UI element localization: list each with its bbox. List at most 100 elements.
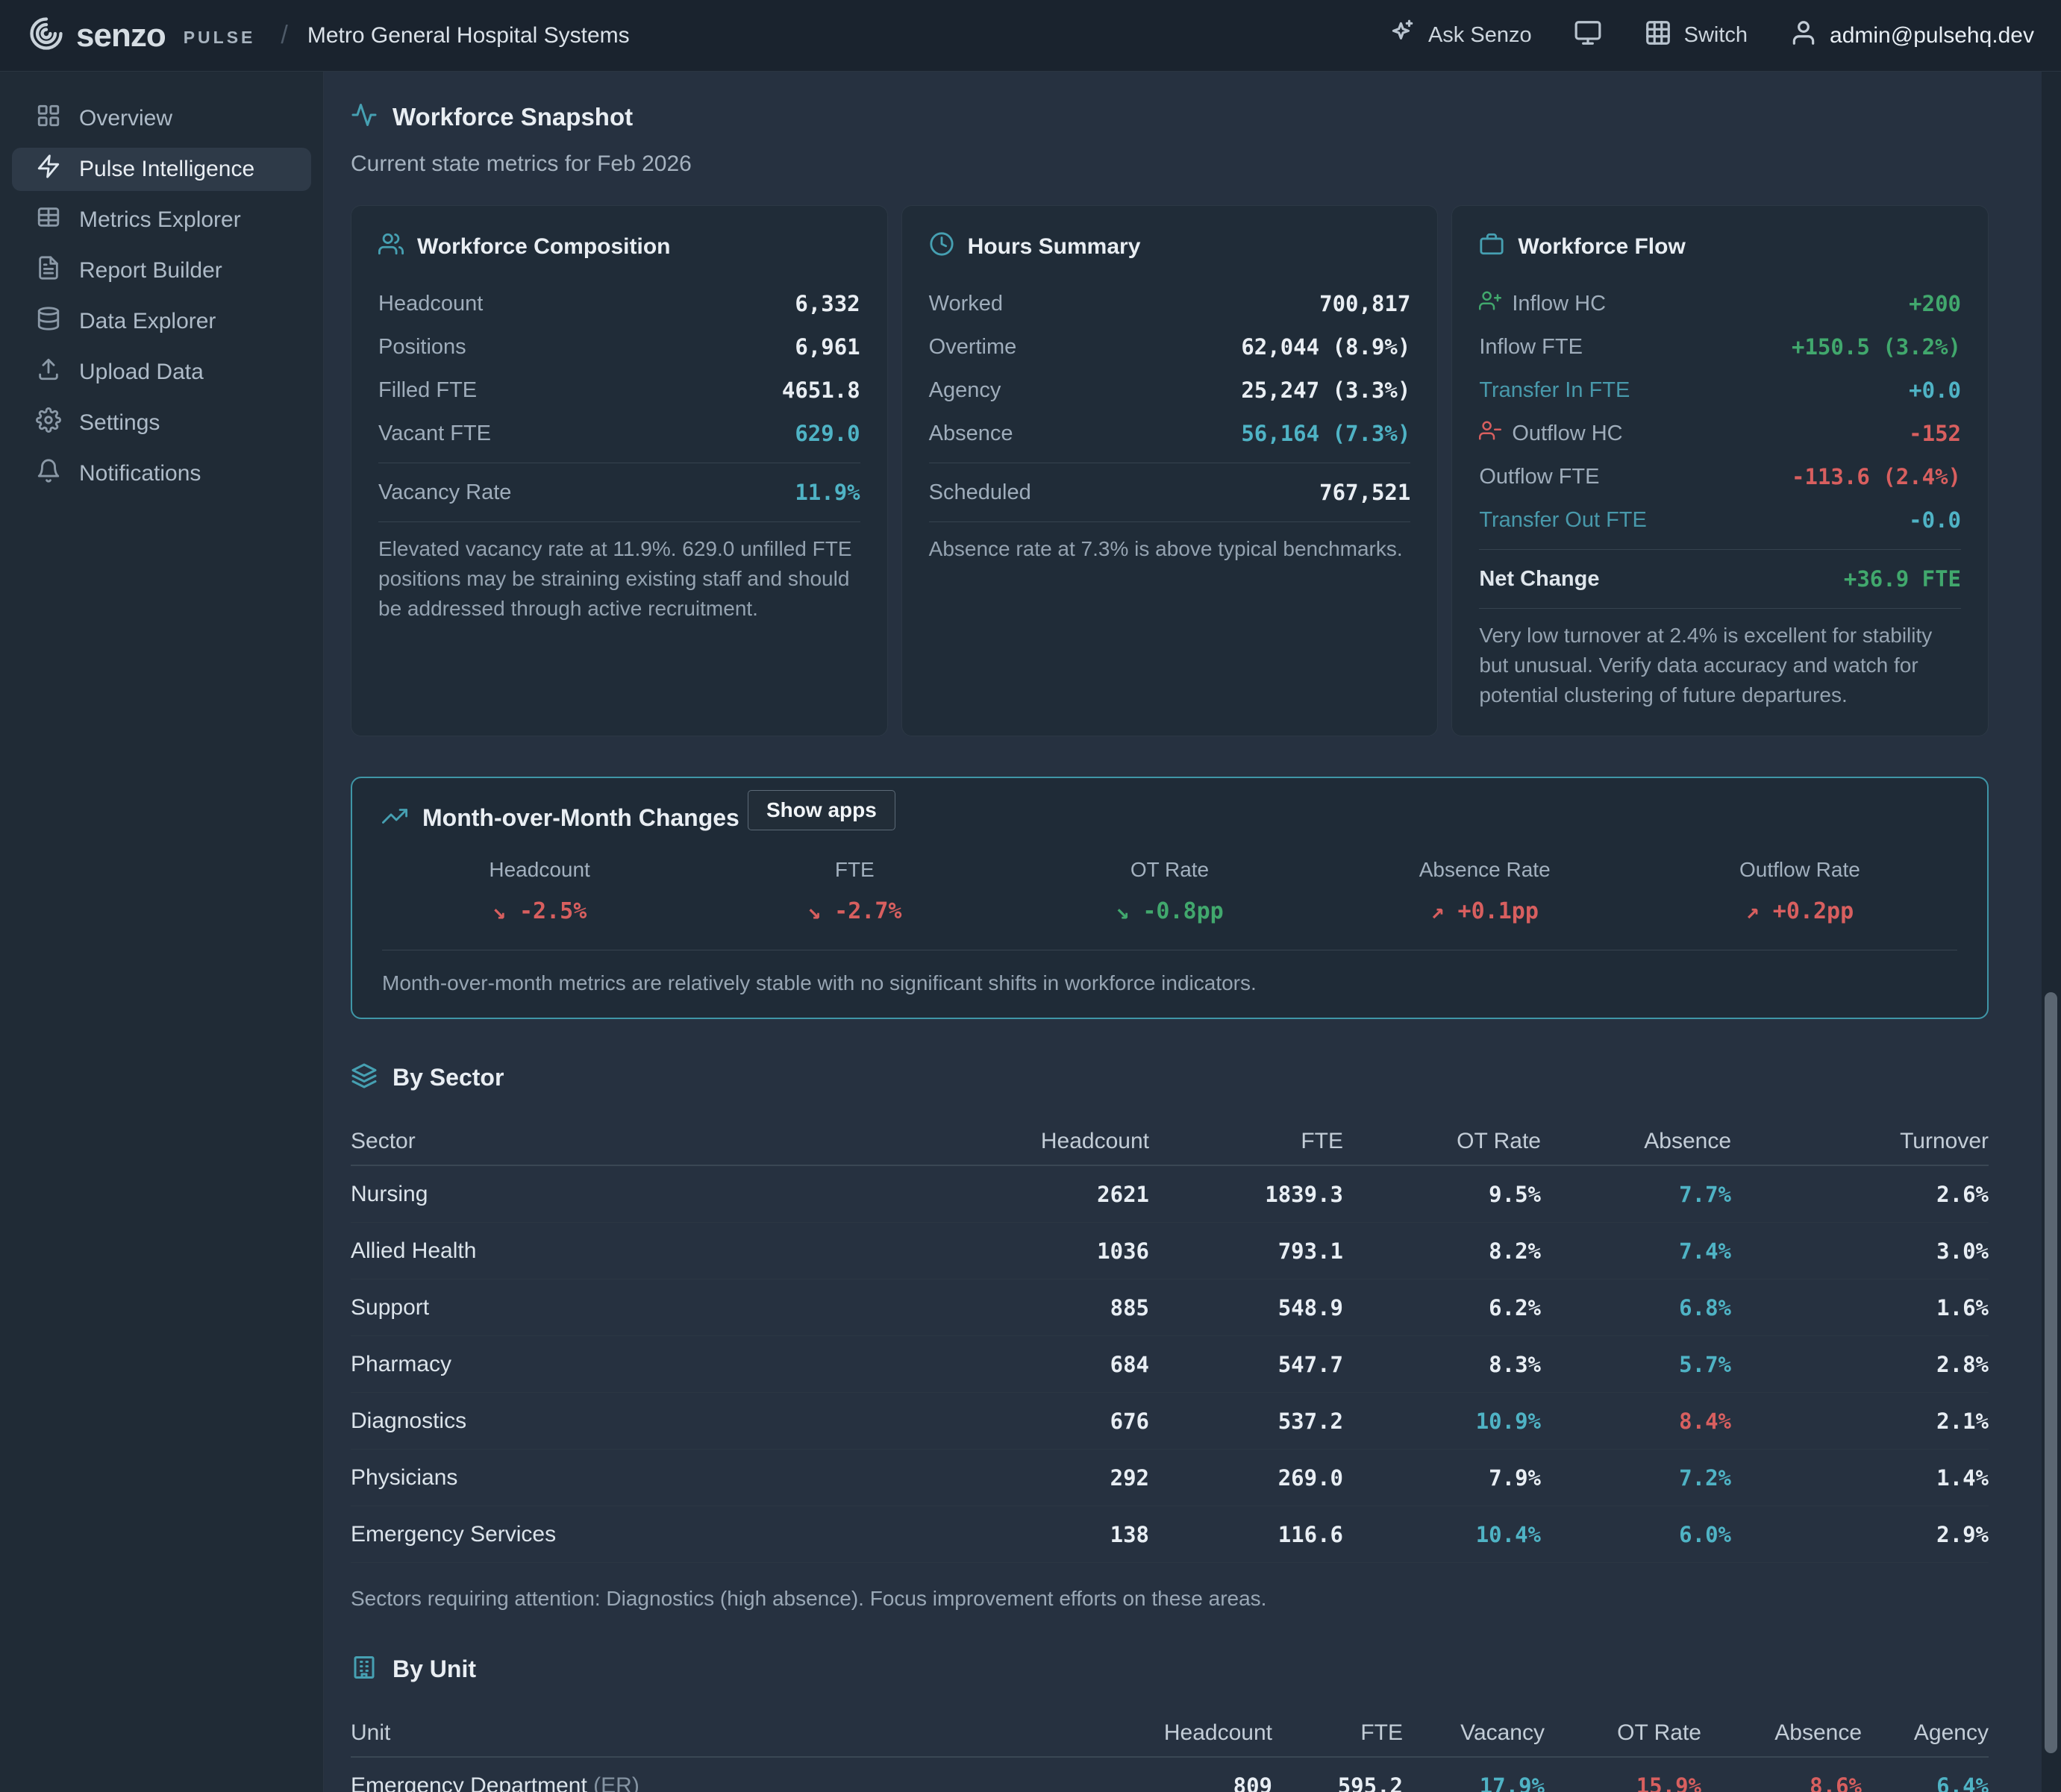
- users-icon: [378, 231, 404, 263]
- sector-note: Sectors requiring attention: Diagnostics…: [351, 1587, 1989, 1611]
- brand-suffix: PULSE: [184, 28, 256, 48]
- by-sector-section: By Sector Sector Headcount FTE OT Rate A…: [351, 1062, 1989, 1611]
- metric-value: -152: [1909, 421, 1961, 446]
- metric-label: Worked: [929, 292, 1003, 316]
- user-icon: [1789, 19, 1818, 53]
- metric-label: Scheduled: [929, 480, 1031, 505]
- metric-label: Transfer Out FTE: [1479, 508, 1647, 533]
- metric-value: 11.9%: [795, 480, 860, 505]
- sidebar-item-settings[interactable]: Settings: [12, 401, 311, 445]
- unit-table: Unit Headcount FTE Vacancy OT Rate Absen…: [351, 1710, 1989, 1792]
- card-title: Hours Summary: [968, 234, 1141, 260]
- table-row: Allied Health 1036 793.1 8.2% 7.4% 3.0%: [351, 1223, 1989, 1279]
- metric-value: 4651.8: [782, 377, 860, 403]
- hours-summary-card: Hours Summary Worked700,817 Overtime62,0…: [901, 205, 1439, 736]
- brand-logo[interactable]: senzo PULSE: [27, 14, 255, 57]
- top-bar: senzo PULSE / Metro General Hospital Sys…: [0, 0, 2061, 72]
- metric-label: Vacant FTE: [378, 422, 491, 446]
- metric-value: +36.9 FTE: [1844, 566, 1961, 592]
- metric-value: 56,164 (7.3%): [1241, 421, 1410, 446]
- senzo-swirl-icon: [27, 14, 66, 57]
- switch-button[interactable]: Switch: [1644, 19, 1748, 53]
- metric-value: 6,961: [795, 334, 860, 360]
- by-sector-title: By Sector: [393, 1064, 504, 1091]
- table-header-row: Unit Headcount FTE Vacancy OT Rate Absen…: [351, 1710, 1989, 1758]
- metric-label: Overtime: [929, 335, 1017, 360]
- user-account-button[interactable]: admin@pulsehq.dev: [1789, 19, 2034, 53]
- sidebar-item-label: Metrics Explorer: [79, 207, 241, 233]
- sidebar-item-label: Upload Data: [79, 360, 204, 385]
- user-email: admin@pulsehq.dev: [1830, 23, 2034, 48]
- monitor-icon: [1574, 19, 1602, 53]
- month-over-month-card: Show apps Month-over-Month Changes Headc…: [351, 777, 1989, 1019]
- table-row: Diagnostics 676 537.2 10.9% 8.4% 2.1%: [351, 1393, 1989, 1450]
- metric-label: Net Change: [1479, 567, 1599, 592]
- table-row: Emergency Department (ER) 809 595.2 17.9…: [351, 1758, 1989, 1792]
- mom-metric: Outflow Rate↗ +0.2pp: [1642, 858, 1957, 924]
- page-subtitle: Current state metrics for Feb 2026: [351, 151, 1989, 177]
- mom-title: Month-over-Month Changes: [422, 804, 739, 832]
- metric-value: +200: [1909, 291, 1961, 316]
- mom-metric: FTE↘ -2.7%: [697, 858, 1012, 924]
- metric-value: 629.0: [795, 421, 860, 446]
- metric-label: Inflow FTE: [1479, 335, 1583, 360]
- layers-icon: [351, 1062, 378, 1093]
- mom-metric: OT Rate↘ -0.8pp: [1012, 858, 1327, 924]
- display-button[interactable]: [1574, 19, 1602, 53]
- user-minus-icon: [1479, 419, 1501, 448]
- scrollbar-thumb[interactable]: [2045, 992, 2057, 1753]
- sidebar-item-upload-data[interactable]: Upload Data: [12, 351, 311, 394]
- metric-label: Vacancy Rate: [378, 480, 511, 505]
- sidebar-item-report-builder[interactable]: Report Builder: [12, 249, 311, 292]
- sidebar-item-label: Overview: [79, 106, 172, 131]
- breadcrumb: Metro General Hospital Systems: [307, 23, 630, 48]
- table-row: Emergency Services 138 116.6 10.4% 6.0% …: [351, 1506, 1989, 1563]
- file-text-icon: [36, 255, 61, 286]
- sidebar-item-metrics-explorer[interactable]: Metrics Explorer: [12, 198, 311, 242]
- gear-icon: [36, 407, 61, 439]
- scrollbar-track[interactable]: [2042, 72, 2061, 1792]
- sidebar-item-label: Settings: [79, 410, 160, 436]
- brand-name: senzo: [76, 17, 166, 54]
- card-note: Very low turnover at 2.4% is excellent f…: [1479, 621, 1961, 710]
- ask-senzo-label: Ask Senzo: [1428, 23, 1532, 48]
- sidebar-item-overview[interactable]: Overview: [12, 97, 311, 140]
- metric-label: Outflow FTE: [1479, 465, 1599, 489]
- grid-3x3-icon: [1644, 19, 1672, 53]
- table-row: Pharmacy 684 547.7 8.3% 5.7% 2.8%: [351, 1336, 1989, 1393]
- sidebar-item-notifications[interactable]: Notifications: [12, 452, 311, 495]
- table-row: Nursing 2621 1839.3 9.5% 7.7% 2.6%: [351, 1166, 1989, 1223]
- by-unit-title: By Unit: [393, 1655, 476, 1683]
- by-unit-section: By Unit Unit Headcount FTE Vacancy OT Ra…: [351, 1654, 1989, 1792]
- metric-value: +0.0: [1909, 377, 1961, 403]
- building-icon: [351, 1654, 378, 1685]
- sidebar-item-label: Pulse Intelligence: [79, 157, 254, 182]
- mom-metric: Absence Rate↗ +0.1pp: [1327, 858, 1642, 924]
- zap-icon: [36, 154, 61, 185]
- table-icon: [36, 204, 61, 236]
- metric-value: +150.5 (3.2%): [1792, 334, 1961, 360]
- switch-label: Switch: [1684, 23, 1748, 48]
- show-apps-button[interactable]: Show apps: [748, 790, 895, 830]
- metric-value: 700,817: [1319, 291, 1410, 316]
- dashboard-grid-icon: [36, 103, 61, 134]
- metric-value: 767,521: [1319, 480, 1410, 505]
- database-icon: [36, 306, 61, 337]
- sidebar-item-data-explorer[interactable]: Data Explorer: [12, 300, 311, 343]
- sidebar-item-label: Data Explorer: [79, 309, 216, 334]
- sidebar-item-pulse-intelligence[interactable]: Pulse Intelligence: [12, 148, 311, 191]
- user-plus-icon: [1479, 289, 1501, 318]
- metric-label: Transfer In FTE: [1479, 378, 1630, 403]
- mom-metric: Headcount↘ -2.5%: [382, 858, 697, 924]
- sidebar-nav: Overview Pulse Intelligence Metrics Expl…: [0, 72, 324, 1792]
- divider: [1479, 549, 1961, 550]
- metric-label: Absence: [929, 422, 1013, 446]
- sector-table: Sector Headcount FTE OT Rate Absence Tur…: [351, 1118, 1989, 1563]
- sidebar-item-label: Report Builder: [79, 258, 222, 283]
- sparkles-icon: [1388, 19, 1416, 53]
- ask-senzo-button[interactable]: Ask Senzo: [1388, 19, 1532, 53]
- table-header-row: Sector Headcount FTE OT Rate Absence Tur…: [351, 1118, 1989, 1166]
- page-title: Workforce Snapshot: [393, 103, 633, 131]
- briefcase-icon: [1479, 231, 1504, 263]
- trending-up-icon: [382, 803, 407, 833]
